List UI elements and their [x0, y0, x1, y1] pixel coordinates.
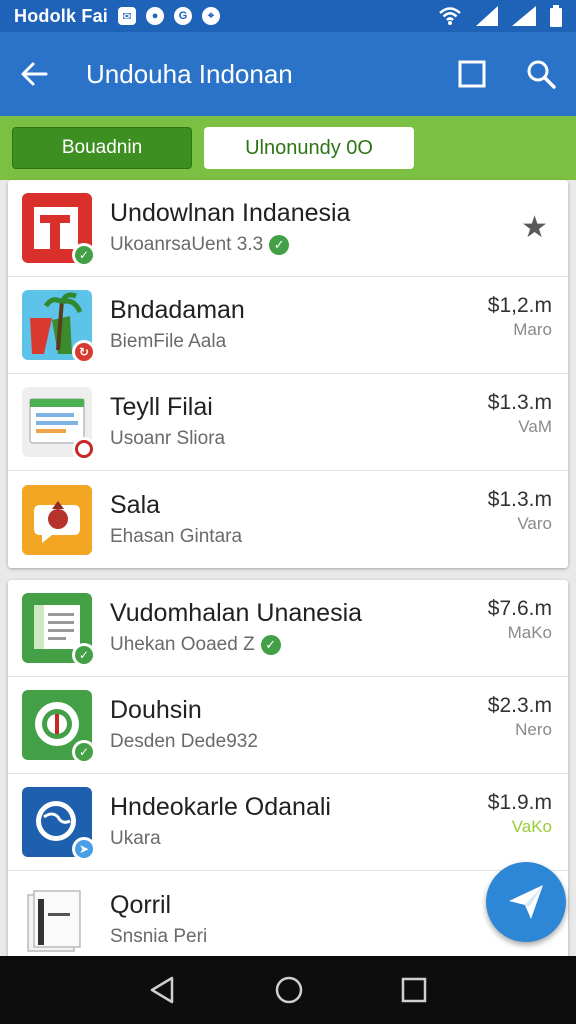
app-subtitle: BiemFile Aala: [110, 331, 227, 352]
status-indicators: [438, 5, 562, 27]
square-icon[interactable]: [458, 60, 486, 88]
app-subtitle: Snsnia Peri: [110, 925, 208, 947]
price-info: $1,2.m Maro: [488, 293, 552, 341]
price-info: $7.6.m MaKo: [488, 596, 552, 644]
app-unit: MaKo: [507, 623, 552, 642]
app-list-card-1: ✓ Undowlnan Indanesia UkoanrsaUent 3.3 ✓ …: [8, 180, 568, 568]
status-bar: Hodolk Fai ✉ ● G ⌖: [0, 0, 576, 32]
verified-badge: ✓: [72, 243, 96, 267]
chat-icon: [22, 484, 92, 555]
app-price: $1.3.m: [487, 391, 552, 414]
star-icon[interactable]: ★: [521, 210, 548, 245]
list-item[interactable]: Sala Ehasan Gintara $1.3.m Varo: [8, 471, 568, 568]
back-icon[interactable]: [148, 975, 178, 1005]
back-arrow-icon[interactable]: [20, 60, 48, 88]
app-bar: Undouha Indonan: [0, 32, 576, 116]
home-icon[interactable]: [274, 975, 304, 1005]
app-subtitle: Ehasan Gintara: [110, 525, 243, 547]
app-subtitle: UkoanrsaUent 3.3: [110, 234, 264, 255]
app-price: $1.3.m: [487, 488, 552, 511]
app-price: $2.3.m: [487, 694, 552, 717]
price-info: $1.9.m VaKo: [488, 790, 552, 838]
red-building-icon: ✓: [22, 193, 96, 267]
check-icon: ✓: [269, 235, 290, 255]
list-item[interactable]: ✓ Undowlnan Indanesia UkoanrsaUent 3.3 ✓ …: [8, 180, 568, 277]
location-icon: ⌖: [202, 7, 221, 25]
price-info: $2.3.m Nero: [488, 693, 552, 741]
palm-tree-icon: ↻: [22, 290, 96, 364]
verified-badge: ✓: [72, 740, 96, 764]
check-icon: ✓: [260, 635, 281, 655]
mail-icon: ✉: [118, 7, 137, 25]
send-icon: [509, 885, 543, 919]
search-icon[interactable]: [526, 59, 556, 89]
app-price: $1,2.m: [487, 294, 552, 317]
signal-icon: [476, 6, 498, 26]
green-badge-icon: ✓: [22, 690, 96, 764]
list-item[interactable]: Teyll Filai Usoanr Sliora $1.3.m VaM: [8, 374, 568, 471]
list-item[interactable]: Qorril Snsnia Peri: [8, 871, 568, 960]
app-subtitle: Desden Dede932: [110, 731, 258, 752]
list-item[interactable]: ➤ Hndeokarle Odanali Ukara $1.9.m VaKo: [8, 774, 568, 871]
system-nav-bar: [0, 956, 576, 1024]
app-price: $1.9.m: [487, 791, 552, 814]
filter-bar: Bouadnin Ulnonundy 0O: [0, 116, 576, 180]
list-item[interactable]: ✓ Vudomhalan Unanesia Uhekan Ooaed Z ✓ $7…: [8, 580, 568, 677]
send-fab[interactable]: [486, 862, 566, 942]
list-item[interactable]: ✓ Douhsin Desden Dede932 $2.3.m Nero: [8, 677, 568, 774]
app-name: Undowlnan Indanesia: [110, 199, 351, 227]
list-item[interactable]: ↻ Bndadaman BiemFile Aala $1,2.m Maro: [8, 277, 568, 374]
signal-icon-2: [512, 6, 536, 26]
app-unit: Maro: [513, 320, 552, 339]
globe-icon: ➤: [22, 787, 96, 861]
app-unit: Varo: [517, 514, 552, 533]
app-price: $7.6.m: [487, 597, 552, 620]
app-subtitle: Uhekan Ooaed Z: [110, 634, 255, 655]
record-icon: ●: [146, 7, 165, 25]
status-app-name: Hodolk Fai: [14, 5, 109, 26]
green-file-icon: ✓: [22, 593, 96, 667]
app-unit: VaKo: [511, 817, 552, 836]
app-unit: VaM: [518, 417, 552, 436]
notification-icons: ✉ ● G ⌖: [118, 7, 221, 25]
page-title: Undouha Indonan: [86, 58, 293, 89]
app-unit: Nero: [515, 720, 552, 739]
price-info: $1.3.m VaM: [488, 390, 552, 438]
verified-badge: ✓: [72, 643, 96, 667]
recents-icon[interactable]: [400, 976, 428, 1004]
battery-icon: [550, 5, 562, 27]
app-subtitle: Usoanr Sliora: [110, 428, 226, 449]
status-badge: [72, 437, 96, 461]
filter-chip-secondary[interactable]: Ulnonundy 0O: [204, 127, 414, 169]
app-list-card-2: ✓ Vudomhalan Unanesia Uhekan Ooaed Z ✓ $7…: [8, 580, 568, 960]
price-info: $1.3.m Varo: [488, 487, 552, 535]
app-subtitle: Ukara: [110, 828, 161, 849]
update-badge: ↻: [72, 340, 96, 364]
card-stack-icon: [22, 885, 92, 955]
document-icon: [22, 387, 96, 461]
app-bar-actions: [458, 59, 556, 89]
g-icon: G: [174, 7, 193, 25]
wifi-icon: [439, 7, 461, 25]
filter-chip-primary[interactable]: Bouadnin: [12, 127, 192, 169]
send-badge: ➤: [72, 837, 96, 861]
